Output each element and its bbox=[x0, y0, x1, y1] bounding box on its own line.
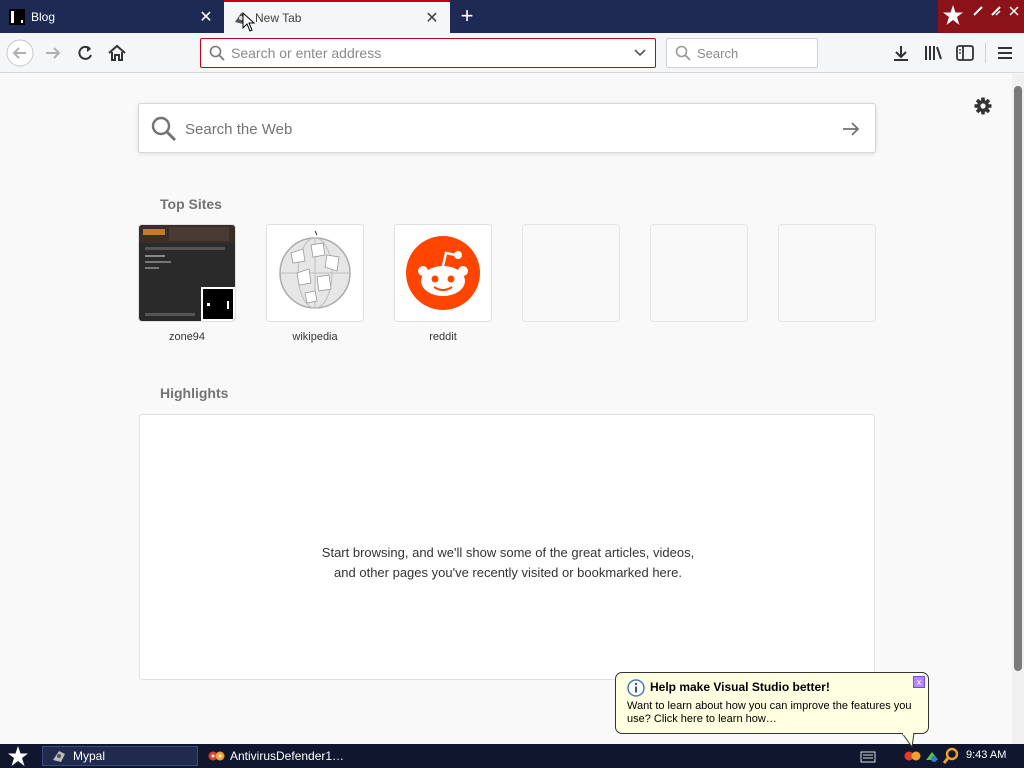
reload-button[interactable] bbox=[70, 38, 100, 68]
tab-blog[interactable]: Blog ✕ bbox=[0, 0, 224, 33]
downloads-icon bbox=[894, 46, 908, 61]
top-sites-heading: Top Sites bbox=[160, 196, 222, 212]
toolbar-separator bbox=[985, 43, 986, 63]
back-button[interactable] bbox=[5, 38, 35, 68]
new-tab-page: Top Sites zone94 bbox=[0, 74, 1012, 744]
search-bar-input[interactable] bbox=[697, 44, 807, 62]
sidebar-button[interactable] bbox=[950, 38, 980, 68]
balloon-close-button[interactable]: x bbox=[913, 676, 925, 688]
minimize-icon[interactable] bbox=[972, 5, 984, 17]
top-site-tile-reddit[interactable] bbox=[395, 225, 491, 321]
web-search-icon bbox=[151, 116, 177, 142]
search-tray-icon[interactable] bbox=[942, 747, 960, 765]
zone94-thumbnail-icon bbox=[139, 225, 235, 321]
blog-favicon-icon bbox=[9, 8, 25, 25]
taskbar-clock[interactable]: 9:43 AM bbox=[966, 749, 1006, 761]
top-site-tile-zone94[interactable] bbox=[139, 225, 235, 321]
address-input[interactable] bbox=[231, 43, 621, 63]
maximize-icon[interactable] bbox=[990, 5, 1002, 17]
start-icon[interactable] bbox=[7, 745, 29, 767]
top-site-tile-wikipedia[interactable] bbox=[267, 225, 363, 321]
forward-icon bbox=[46, 47, 61, 59]
highlights-panel: Start browsing, and we'll show some of t… bbox=[139, 414, 875, 680]
highlights-empty-message: Start browsing, and we'll show some of t… bbox=[321, 545, 695, 580]
taskbar-item-label: AntivirusDefender1… bbox=[230, 749, 345, 763]
web-search-box[interactable] bbox=[138, 103, 876, 153]
forward-button[interactable] bbox=[38, 38, 68, 68]
tab-blog-label: Blog bbox=[31, 9, 56, 24]
home-icon bbox=[108, 44, 126, 61]
back-icon bbox=[6, 39, 34, 67]
antivirus-taskbar-icon bbox=[208, 751, 225, 761]
home-button[interactable] bbox=[102, 38, 132, 68]
dropdown-icon[interactable] bbox=[633, 47, 647, 59]
top-site-label: wikipedia bbox=[292, 331, 338, 343]
network-tray-icon[interactable] bbox=[924, 748, 940, 764]
web-search-input[interactable] bbox=[185, 118, 805, 140]
gear-icon[interactable] bbox=[972, 95, 994, 117]
balloon-body[interactable]: Want to learn about how you can improve … bbox=[627, 700, 919, 726]
menu-button[interactable] bbox=[990, 38, 1020, 68]
taskbar: Mypal AntivirusDefender1… 9:43 AM bbox=[0, 744, 1024, 768]
app-logo-icon bbox=[943, 5, 963, 25]
sidebar-icon bbox=[956, 45, 974, 61]
wikipedia-globe-icon bbox=[267, 225, 363, 321]
scrollbar-thumb[interactable] bbox=[1014, 86, 1022, 671]
reload-icon bbox=[78, 45, 92, 60]
top-site-empty-slot bbox=[651, 225, 747, 321]
reddit-logo-icon bbox=[395, 225, 491, 321]
keyboard-icon[interactable] bbox=[860, 751, 876, 763]
downloads-button[interactable] bbox=[886, 38, 916, 68]
top-site-empty-slot bbox=[779, 225, 875, 321]
menu-icon bbox=[998, 47, 1012, 59]
info-icon bbox=[627, 679, 645, 697]
search-bar-icon bbox=[675, 45, 691, 61]
tab-strip: Blog ✕ New Tab ✕ + bbox=[0, 0, 1024, 33]
tab-new-tab[interactable]: New Tab ✕ bbox=[224, 0, 450, 33]
tab-new-tab-label: New Tab bbox=[255, 10, 302, 25]
new-tab-button[interactable]: + bbox=[454, 3, 480, 29]
search-submit-arrow-icon[interactable] bbox=[841, 120, 861, 138]
antivirus-tray-icon[interactable] bbox=[904, 748, 922, 764]
top-site-label: zone94 bbox=[168, 331, 206, 343]
library-icon bbox=[925, 46, 942, 60]
taskbar-item-mypal[interactable]: Mypal bbox=[42, 746, 198, 766]
page-scrollbar[interactable] bbox=[1012, 74, 1024, 744]
search-bar[interactable] bbox=[666, 38, 818, 68]
taskbar-item-antivirus[interactable]: AntivirusDefender1… bbox=[200, 746, 356, 766]
window-close-icon[interactable] bbox=[1008, 5, 1020, 17]
tab-new-tab-close-icon[interactable]: ✕ bbox=[420, 8, 444, 28]
highlights-heading: Highlights bbox=[160, 385, 229, 401]
mypal-taskbar-icon bbox=[53, 751, 65, 762]
notification-balloon[interactable]: Help make Visual Studio better! Want to … bbox=[615, 672, 929, 749]
top-site-empty-slot bbox=[523, 225, 619, 321]
mouse-cursor-icon bbox=[242, 12, 256, 32]
balloon-title: Help make Visual Studio better! bbox=[650, 680, 830, 694]
search-icon bbox=[209, 45, 225, 61]
balloon-pointer bbox=[902, 733, 915, 749]
tab-blog-close-icon[interactable]: ✕ bbox=[194, 7, 218, 27]
library-button[interactable] bbox=[918, 38, 948, 68]
navigation-toolbar bbox=[0, 33, 1024, 73]
address-bar[interactable] bbox=[200, 38, 656, 68]
taskbar-item-label: Mypal bbox=[73, 749, 106, 763]
top-site-label: reddit bbox=[429, 331, 457, 343]
